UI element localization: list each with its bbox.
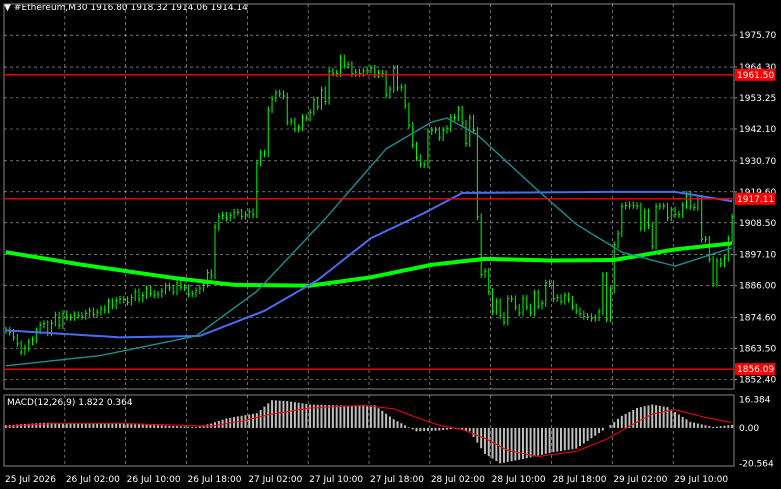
time-tick-label: 28 Jul 10:00	[492, 475, 546, 485]
time-tick-label: 26 Jul 18:00	[188, 475, 242, 485]
price-tick-label: 1953.25	[739, 94, 776, 104]
time-tick-label: 27 Jul 10:00	[309, 475, 363, 485]
price-tick-label: 1863.50	[739, 345, 776, 355]
price-tick-label: 1942.10	[739, 125, 776, 135]
level-label: 1961.50	[737, 71, 774, 81]
price-tick-label: 1886.00	[739, 282, 776, 292]
time-tick-label: 26 Jul 02:00	[66, 475, 120, 485]
time-tick-label: 29 Jul 02:00	[613, 475, 667, 485]
price-tick-label: 1930.70	[739, 157, 776, 167]
time-tick-label: 27 Jul 18:00	[370, 475, 424, 485]
price-tick-label: 1874.60	[739, 314, 776, 324]
time-tick-label: 25 Jul 2026	[5, 475, 56, 485]
price-tick-label: 1908.50	[739, 219, 776, 229]
macd-tick-label: 16.384	[739, 396, 771, 406]
macd-tick-label: 0.00	[739, 424, 759, 434]
price-tick-label: 1975.70	[739, 31, 776, 41]
time-tick-label: 27 Jul 02:00	[248, 475, 302, 485]
level-label: 1856.09	[737, 365, 774, 375]
time-tick-label: 29 Jul 10:00	[674, 475, 728, 485]
price-tick-label: 1852.40	[739, 376, 776, 386]
macd-tick-label: -20.564	[739, 460, 774, 470]
time-tick-label: 28 Jul 02:00	[431, 475, 485, 485]
price-tick-label: 1897.10	[739, 251, 776, 261]
macd-label: MACD(12,26,9) 1.822 0.364	[7, 398, 133, 408]
price-chart[interactable]: 1975.701964.301953.251942.101930.701919.…	[0, 0, 781, 489]
time-tick-label: 26 Jul 10:00	[127, 475, 181, 485]
level-label: 1917.11	[737, 195, 774, 205]
time-tick-label: 28 Jul 18:00	[553, 475, 607, 485]
